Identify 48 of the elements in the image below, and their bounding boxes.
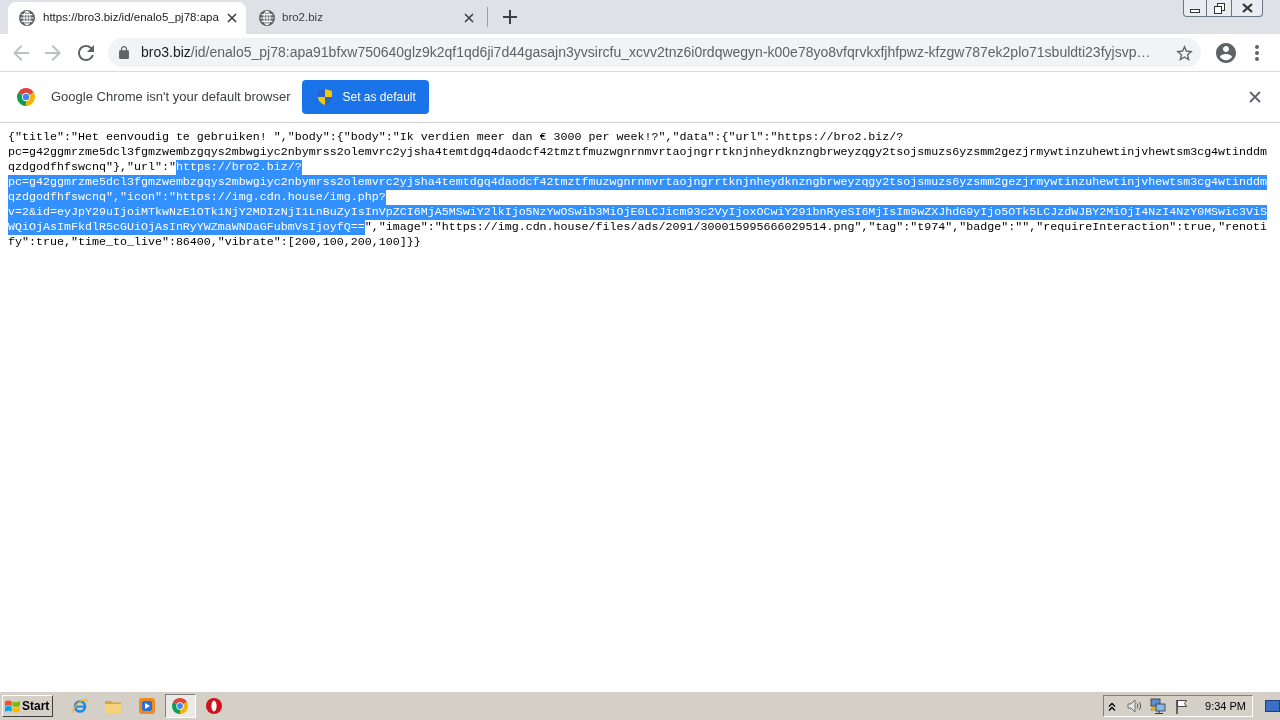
folder-icon [105, 699, 121, 713]
chevron-up-icon[interactable] [1108, 701, 1117, 711]
json-text: fy":true,"time_to_live":86400,"vibrate":[200,100,200,100]}} [8, 235, 421, 250]
selected-text: pc=g42ggmrzme5dcl3fgmzwembzgqys2mbwgiyc2nbymrss2olemvrc2yjsha4temtdgq4daodcf42tmztfmuzwgnrnmvrtaojngrrtknjnheydknzngbrweyzqgy2tsojsmuzs6yzsmm2gezjrmywtinzuhewtinjvhewtsm3cg4wtinddm [8, 175, 1268, 190]
selected-text: qzdgodfhfswcnq","icon":"https://img.cdn.house/img.php? [8, 190, 386, 205]
taskbar-button[interactable] [164, 694, 196, 718]
close-icon [1241, 3, 1253, 13]
reload-icon[interactable] [78, 44, 94, 61]
round-logo-icon [17, 88, 35, 106]
set-default-button[interactable]: Set as default [302, 80, 430, 114]
close-button[interactable] [1232, 0, 1263, 17]
restore-button[interactable] [1207, 0, 1232, 17]
e-logo-icon [71, 698, 88, 714]
selected-text: WQiOjAsImFkdlR5cGUiOjAsInRyYWZmaWNDaGFubmVsIjoyfQ== [8, 220, 365, 235]
json-text: qzdgodfhfswcnq"},"url":" [8, 160, 176, 175]
play-icon [138, 698, 155, 714]
ring-logo-icon [205, 698, 222, 714]
json-text: pc=g42ggmrzme5dcl3fgmzwembzgqys2mbwgiyc2nbymrss2olemvrc2yjsha4temtdgq4daodcf42tmztfmuzwgnrnmvrtaojngrrtknjnheydknzngbrweyzqgy2tsojsmuzs6yzsmm2gezjrmywtinzuhewtinjvhewtsm3cg4wtinddm [8, 145, 1268, 160]
close-icon[interactable] [464, 13, 474, 23]
lock-icon[interactable] [119, 46, 129, 59]
selected-text: v=2&id=eyJpY29uIjoiMTkwNzE1OTk1NjY2MDIzNjI1LnBuZyIsInVpZCI6MjA5MSwiY2lkIjo5NzYwOSwib3MiOjE0LCJicm93c2VyIjoxOCwiY291bnRyeSI6MjIsIm9wZXJhdG9yIjo5OTk5LCJzdWJBY2MiOjI4NzI4NzY0MSwic3ViS [8, 205, 1268, 220]
flag-logo-icon [5, 699, 20, 713]
clock[interactable]: 9:34 PM [1205, 697, 1246, 715]
globe-icon [259, 10, 275, 26]
close-icon[interactable] [1249, 91, 1261, 103]
network-icon[interactable] [1150, 698, 1167, 714]
browser-tab[interactable]: bro2.biz [246, 2, 487, 34]
account-icon[interactable] [1216, 42, 1236, 63]
selected-text: https://bro2.biz/? [175, 160, 302, 175]
address-bar[interactable]: bro3.biz/id/enalo5_pj78:apa91bfxw750640glz9k2qf1qd6ji7d44gasajn3yvsircfu_xcvv2tnz6i0rdqwegyn-k00e78yo8vfqrvkxfjhfpwz-kfzgw787ek2plo71sbuldti23fyjsvp… [108, 38, 1201, 67]
minimize-icon [1190, 8, 1200, 13]
start-button[interactable]: Start [2, 695, 53, 717]
close-icon[interactable] [226, 13, 237, 23]
plus-icon[interactable] [503, 10, 517, 24]
minimize-button[interactable] [1183, 0, 1207, 17]
globe-icon [19, 10, 35, 26]
restore-icon [1213, 2, 1225, 14]
menu-dots-icon[interactable] [1255, 44, 1259, 61]
round-logo-icon [172, 698, 188, 714]
browser-tab[interactable]: https://bro3.biz/id/enalo5_pj78:apa [8, 2, 246, 34]
json-text: {"title":"Het eenvoudig te gebruiken! ","body":{"body":"Ik verdien meer dan € 3000 per week!?","data":{"url":"https://bro2.biz/? [8, 130, 904, 145]
star-icon[interactable] [1176, 44, 1193, 61]
shield-icon [318, 89, 333, 105]
speaker-icon[interactable] [1127, 699, 1144, 713]
infobar-message: Google Chrome isn't your default browser [51, 88, 291, 107]
json-text: ","image":"https://img.cdn.house/files/ads/2091/300015995666029514.png","tag":"t974","badge":"","requireInteraction":true,"renoti [364, 220, 1268, 235]
flag-icon[interactable] [1175, 698, 1190, 714]
url-text: bro3.biz/id/enalo5_pj78:apa91bfxw750640glz9k2qf1qd6ji7d44gasajn3yvsircfu_xcvv2tnz6i0rdqwegyn-k00e78yo8vfqrvkxfjhfpwz-kfzgw787ek2plo71sbuldti23fyjsvp… [141, 43, 1152, 62]
